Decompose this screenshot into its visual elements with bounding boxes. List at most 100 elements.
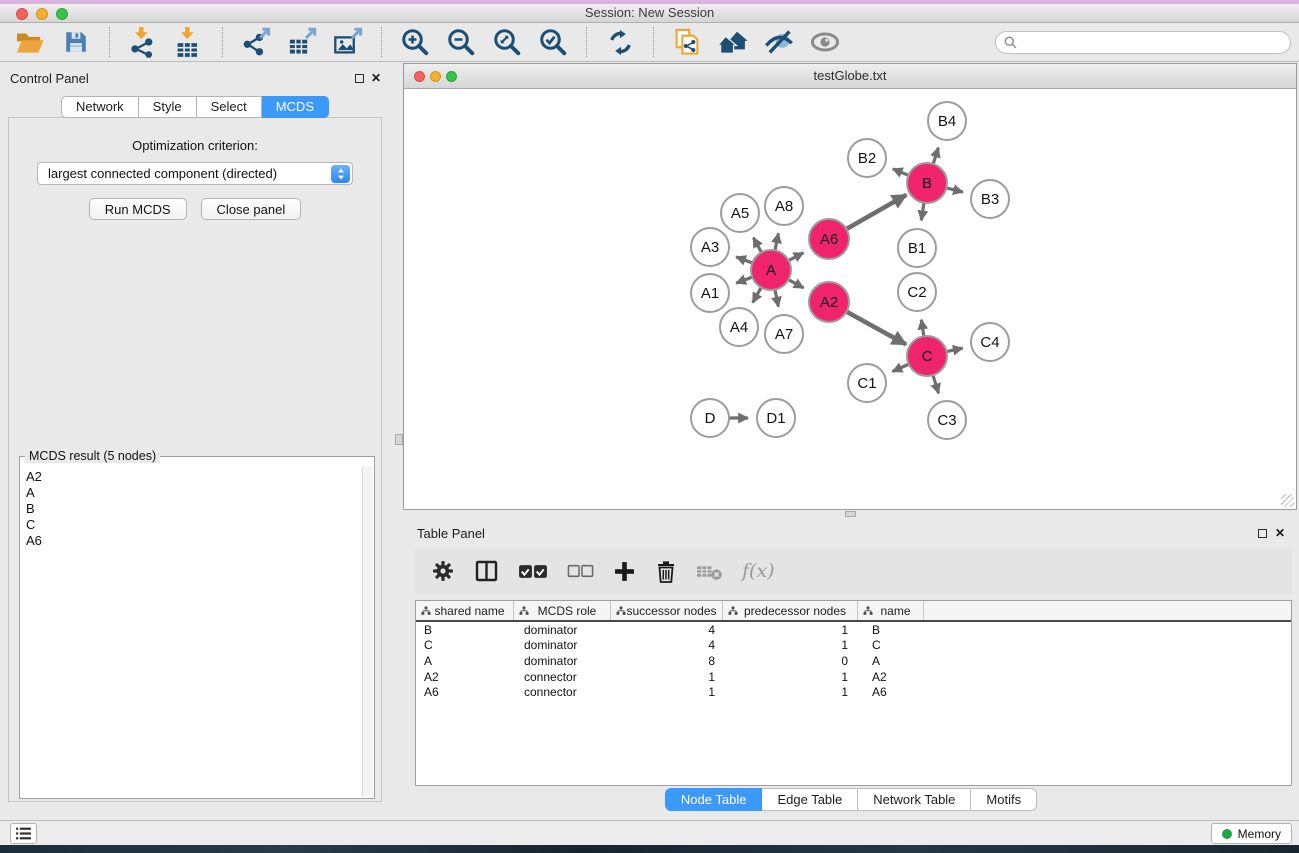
vertical-splitter-handle[interactable] <box>395 434 403 445</box>
close-panel-icon[interactable]: ✕ <box>371 72 381 84</box>
run-mcds-button[interactable]: Run MCDS <box>89 198 187 220</box>
graph-node-B[interactable]: B <box>907 163 947 203</box>
delete-column-button[interactable] <box>655 559 677 584</box>
mcds-result-item[interactable]: C <box>26 517 372 533</box>
table-cell[interactable]: 1 <box>611 685 723 699</box>
optimization-criterion-dropdown[interactable]: largest connected component (directed) <box>37 162 353 185</box>
table-cell[interactable]: C <box>416 638 514 652</box>
table-settings-button[interactable] <box>431 559 455 583</box>
column-header[interactable]: predecessor nodes <box>723 601 858 620</box>
graph-node-A6[interactable]: A6 <box>809 219 849 259</box>
table-cell[interactable]: 8 <box>611 654 723 668</box>
graph-node-A5[interactable]: A5 <box>721 194 759 232</box>
graph-node-A1[interactable]: A1 <box>691 274 729 312</box>
tab-edge-table[interactable]: Edge Table <box>762 788 858 811</box>
graph-node-C4[interactable]: C4 <box>971 323 1009 361</box>
table-cell[interactable]: 4 <box>611 638 723 652</box>
memory-button[interactable]: Memory <box>1211 823 1292 844</box>
table-cell[interactable]: B <box>416 623 514 637</box>
table-cell[interactable]: A2 <box>858 670 924 684</box>
table-row[interactable]: Bdominator41B <box>416 622 1291 638</box>
graph-node-B4[interactable]: B4 <box>928 102 966 140</box>
graph-node-A8[interactable]: A8 <box>765 187 803 225</box>
table-cell[interactable]: 1 <box>723 685 858 699</box>
table-row[interactable]: Adominator80A <box>416 653 1291 669</box>
table-row[interactable]: A2connector11A2 <box>416 669 1291 685</box>
zoom-selected-button[interactable] <box>535 25 571 59</box>
hide-selected-button[interactable] <box>761 25 797 59</box>
tab-network-table[interactable]: Network Table <box>858 788 971 811</box>
column-header[interactable]: successor nodes <box>611 601 723 620</box>
open-session-button[interactable] <box>12 25 48 59</box>
table-cell[interactable]: connector <box>514 685 611 699</box>
minimize-window-button[interactable] <box>36 8 48 20</box>
table-cell[interactable]: B <box>858 623 924 637</box>
table-row[interactable]: Cdominator41C <box>416 638 1291 654</box>
tab-style[interactable]: Style <box>139 96 197 118</box>
column-header[interactable]: MCDS role <box>514 601 611 620</box>
graph-node-A2[interactable]: A2 <box>809 282 849 322</box>
table-cell[interactable]: A <box>858 654 924 668</box>
table-cell[interactable]: 0 <box>723 654 858 668</box>
tab-select[interactable]: Select <box>197 96 262 118</box>
result-scrollbar[interactable] <box>362 466 373 797</box>
resize-grip-icon[interactable] <box>1281 494 1294 507</box>
zoom-out-button[interactable] <box>443 25 479 59</box>
add-column-button[interactable] <box>613 560 636 583</box>
search-box[interactable] <box>995 31 1291 54</box>
network-canvas[interactable]: B4B2BB3A5A8A6A3B1AC2A1A2A4A7C4CC1DD1C3 <box>404 89 1296 509</box>
export-network-button[interactable] <box>238 25 274 59</box>
zoom-window-button[interactable] <box>56 8 68 20</box>
close-network-button[interactable] <box>414 71 425 82</box>
mcds-result-item[interactable]: A <box>26 485 372 501</box>
table-cell[interactable]: connector <box>514 670 611 684</box>
graph-node-B1[interactable]: B1 <box>898 229 936 267</box>
table-cell[interactable]: dominator <box>514 638 611 652</box>
table-cell[interactable]: 1 <box>723 623 858 637</box>
table-cell[interactable]: dominator <box>514 654 611 668</box>
tab-network[interactable]: Network <box>61 96 139 118</box>
export-table-button[interactable] <box>284 25 320 59</box>
table-cell[interactable]: 1 <box>611 670 723 684</box>
graph-node-C1[interactable]: C1 <box>848 364 886 402</box>
select-all-button[interactable] <box>518 564 548 579</box>
graph-node-A7[interactable]: A7 <box>765 315 803 353</box>
show-all-button[interactable] <box>807 25 843 59</box>
graph-node-D1[interactable]: D1 <box>757 399 795 437</box>
network-window-titlebar[interactable]: testGlobe.txt <box>404 64 1296 89</box>
search-input[interactable] <box>1022 36 1282 50</box>
table-cell[interactable]: A <box>416 654 514 668</box>
home-button[interactable] <box>715 25 751 59</box>
node-table[interactable]: shared nameMCDS rolesuccessor nodesprede… <box>415 600 1292 786</box>
graph-node-C2[interactable]: C2 <box>898 273 936 311</box>
graph-node-A[interactable]: A <box>751 250 791 290</box>
tab-motifs[interactable]: Motifs <box>971 788 1037 811</box>
save-session-button[interactable] <box>58 25 94 59</box>
function-builder-button[interactable]: f(x) <box>742 560 775 582</box>
mcds-result-item[interactable]: A2 <box>26 469 372 485</box>
task-history-button[interactable] <box>10 823 37 844</box>
export-image-button[interactable] <box>330 25 366 59</box>
network-from-selection-button[interactable] <box>669 25 705 59</box>
column-header[interactable]: shared name <box>416 601 514 620</box>
zoom-fit-button[interactable] <box>489 25 525 59</box>
graph-node-A4[interactable]: A4 <box>720 308 758 346</box>
column-header[interactable]: name <box>858 601 924 620</box>
import-network-button[interactable] <box>125 25 161 59</box>
zoom-in-button[interactable] <box>397 25 433 59</box>
tab-node-table[interactable]: Node Table <box>665 788 763 811</box>
zoom-network-button[interactable] <box>446 71 457 82</box>
close-panel-button[interactable]: Close panel <box>201 198 302 220</box>
table-cell[interactable]: 4 <box>611 623 723 637</box>
show-columns-button[interactable] <box>474 559 499 583</box>
graph-node-C[interactable]: C <box>907 336 947 376</box>
minimize-network-button[interactable] <box>430 71 441 82</box>
float-table-panel-icon[interactable] <box>1258 529 1267 538</box>
import-table-button[interactable] <box>171 25 207 59</box>
mcds-result-item[interactable]: B <box>26 501 372 517</box>
table-cell[interactable]: dominator <box>514 623 611 637</box>
table-cell[interactable]: A2 <box>416 670 514 684</box>
table-cell[interactable]: A6 <box>858 685 924 699</box>
table-cell[interactable]: C <box>858 638 924 652</box>
mcds-result-item[interactable]: A6 <box>26 533 372 549</box>
